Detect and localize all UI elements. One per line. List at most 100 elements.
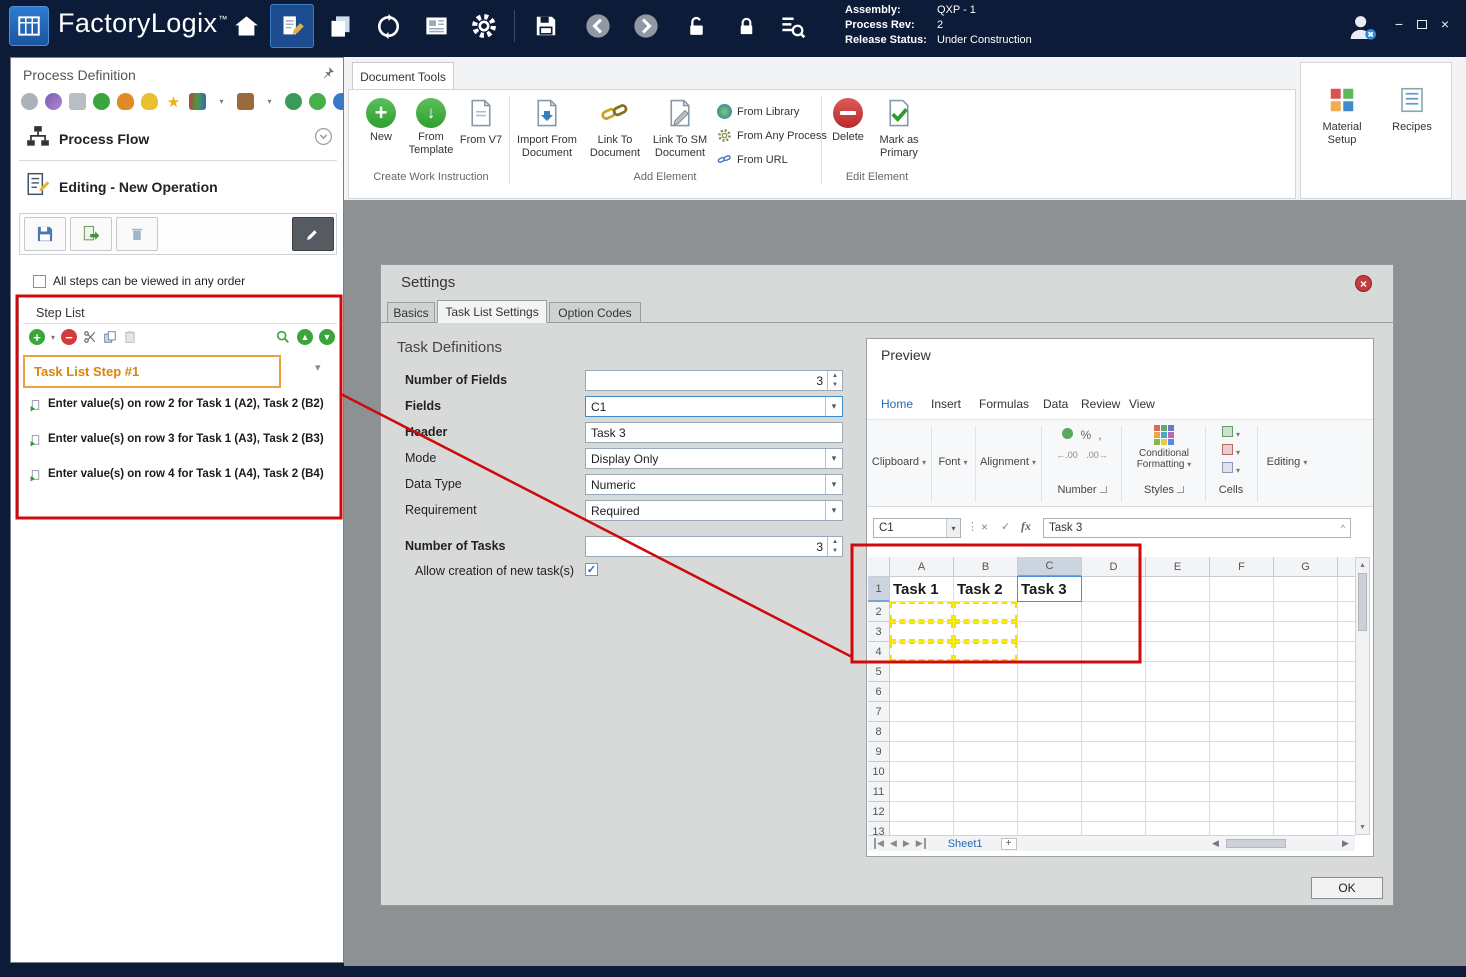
cell-B9[interactable] [954,742,1018,762]
tab-option-codes[interactable]: Option Codes [549,302,641,323]
work-instructions-icon[interactable] [270,4,314,48]
cell-A6[interactable] [890,682,954,702]
cell-E7[interactable] [1146,702,1210,722]
cell-G11[interactable] [1274,782,1338,802]
cell-A1[interactable]: Task 1 [890,577,954,602]
step-expand-caret-icon[interactable]: ▾ [315,361,321,374]
lock-icon[interactable] [724,4,768,48]
scroll-up-icon[interactable]: ▲ [1356,558,1369,572]
cell-F13[interactable] [1210,822,1274,835]
cut-icon[interactable] [83,330,97,344]
cell-F5[interactable] [1210,662,1274,682]
number-of-fields-spinner[interactable]: 3 ▲ ▼ [585,370,843,391]
cell-D1[interactable] [1082,577,1146,602]
cell-F7[interactable] [1210,702,1274,722]
row-header-5[interactable]: 5 [868,662,890,682]
percent-style-icon[interactable]: % [1080,428,1091,442]
cell-C6[interactable] [1018,682,1082,702]
cell-G13[interactable] [1274,822,1338,835]
cell-D7[interactable] [1082,702,1146,722]
select-all-corner[interactable] [868,557,890,577]
cell-G7[interactable] [1274,702,1338,722]
cell-A12[interactable] [890,802,954,822]
cell-E10[interactable] [1146,762,1210,782]
cell-G12[interactable] [1274,802,1338,822]
data-type-dropdown[interactable]: Numeric ▾ [585,474,843,495]
cell-C5[interactable] [1018,662,1082,682]
selected-step[interactable]: Task List Step #1 [23,355,281,388]
last-sheet-icon[interactable]: ▶ [916,838,926,849]
expand-all-icon[interactable]: ▲ [297,329,313,345]
tab-basics[interactable]: Basics [387,302,435,323]
process-icon[interactable] [93,93,110,110]
mark-as-primary-button[interactable]: Mark as Primary [873,98,925,160]
cell-D2[interactable] [1082,602,1146,622]
cell-F8[interactable] [1210,722,1274,742]
cell-D3[interactable] [1082,622,1146,642]
process-flow-label[interactable]: Process Flow [59,131,149,147]
number-of-tasks-spinner[interactable]: 3 ▲ ▼ [585,536,843,557]
close-button[interactable]: × [1434,15,1456,33]
cell-G8[interactable] [1274,722,1338,742]
general-format-icon[interactable] [1062,428,1074,439]
cell-A11[interactable] [890,782,954,802]
insert-function-icon[interactable]: fx [1021,519,1031,534]
excel-tab-view[interactable]: View [1129,397,1155,411]
cancel-entry-icon[interactable]: × [981,520,988,534]
row-header-12[interactable]: 12 [868,802,890,822]
excel-tab-data[interactable]: Data [1043,397,1068,411]
cell-F1[interactable] [1210,577,1274,602]
conditional-formatting-icon[interactable] [1125,424,1203,449]
col-header-B[interactable]: B [954,557,1018,577]
pin-icon[interactable] [321,66,335,85]
app-logo-icon[interactable] [9,6,49,46]
cell-D12[interactable] [1082,802,1146,822]
ok-button[interactable]: OK [1311,877,1383,899]
row-header-2[interactable]: 2 [868,602,890,622]
cell-F9[interactable] [1210,742,1274,762]
cell-E11[interactable] [1146,782,1210,802]
settings-gear-icon[interactable] [462,4,506,48]
nav-icon[interactable] [21,93,38,110]
dialog-launcher-icon[interactable] [1099,486,1107,493]
step-list-item[interactable]: Enter value(s) on row 4 for Task 1 (A4),… [27,466,327,482]
row-header-9[interactable]: 9 [868,742,890,762]
cell-C3[interactable] [1018,622,1082,642]
header-input[interactable]: Task 3 [585,422,843,443]
audit-search-icon[interactable] [770,4,814,48]
cell-A4[interactable] [890,642,954,662]
cell-B12[interactable] [954,802,1018,822]
cell-F10[interactable] [1210,762,1274,782]
dropdown-caret-icon[interactable]: ▾ [825,449,842,468]
cell-B10[interactable] [954,762,1018,782]
cell-F3[interactable] [1210,622,1274,642]
cell-E3[interactable] [1146,622,1210,642]
comma-style-icon[interactable]: , [1098,428,1101,442]
materials-icon[interactable] [318,4,362,48]
document-tools-tab[interactable]: Document Tools [352,62,454,90]
cell-B7[interactable] [954,702,1018,722]
cell-C4[interactable] [1018,642,1082,662]
link-to-document-button[interactable]: Link To Document [585,98,645,160]
cell-F12[interactable] [1210,802,1274,822]
share-icon[interactable] [45,93,62,110]
cell-A3[interactable] [890,622,954,642]
cell-C7[interactable] [1018,702,1082,722]
cell-D10[interactable] [1082,762,1146,782]
unlock-icon[interactable] [674,4,718,48]
row-header-13[interactable]: 13 [868,822,890,835]
step-list-item[interactable]: Enter value(s) on row 3 for Task 1 (A3),… [27,431,327,447]
decrease-decimal-icon[interactable]: .00→ [1086,450,1108,460]
cell-E8[interactable] [1146,722,1210,742]
cell-G3[interactable] [1274,622,1338,642]
flag-caret-icon[interactable]: ▾ [261,93,278,110]
spinner-arrows-icon[interactable]: ▲ ▼ [827,371,842,390]
tab-task-list-settings[interactable]: Task List Settings [437,300,547,323]
copy-icon[interactable] [103,330,117,344]
cell-F2[interactable] [1210,602,1274,622]
excel-tab-insert[interactable]: Insert [931,397,961,411]
insert-cells-icon[interactable]: ▾ [1209,426,1253,440]
col-header-G[interactable]: G [1274,557,1338,577]
cell-D9[interactable] [1082,742,1146,762]
increase-decimal-icon[interactable]: ←.00 [1056,450,1078,460]
